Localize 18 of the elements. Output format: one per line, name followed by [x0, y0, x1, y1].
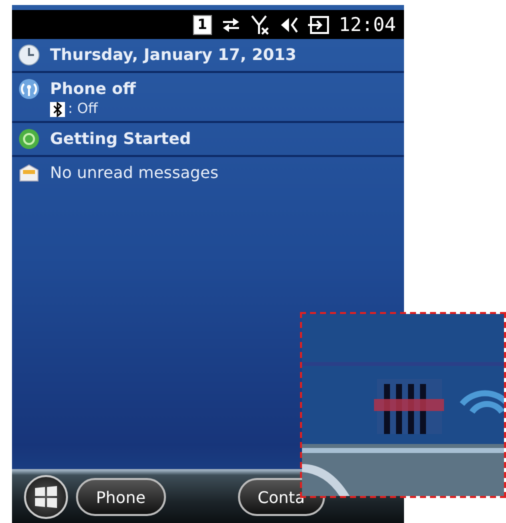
- battery-charging-icon: [308, 14, 330, 34]
- start-button[interactable]: [24, 475, 68, 519]
- today-item[interactable]: No unread messages: [50, 161, 218, 185]
- windows-flag-icon: [33, 484, 59, 510]
- antenna-icon: [18, 78, 40, 100]
- bluetooth-icon: [50, 102, 65, 116]
- clock-time[interactable]: 12:04: [338, 14, 396, 36]
- speaker-off-icon: [278, 14, 299, 34]
- envelope-icon: [18, 162, 40, 184]
- today-item[interactable]: Thursday, January 17, 2013: [50, 43, 296, 67]
- today-item[interactable]: Phone off: [50, 77, 136, 101]
- no-signal-icon: [250, 14, 270, 36]
- clock-icon: [18, 44, 40, 66]
- notification-badge[interactable]: 1: [192, 14, 212, 34]
- ring-icon: [18, 128, 40, 150]
- today-item[interactable]: Getting Started: [50, 127, 191, 151]
- bluetooth-status: : Off: [68, 101, 98, 117]
- softkey-button[interactable]: Phone: [76, 478, 166, 516]
